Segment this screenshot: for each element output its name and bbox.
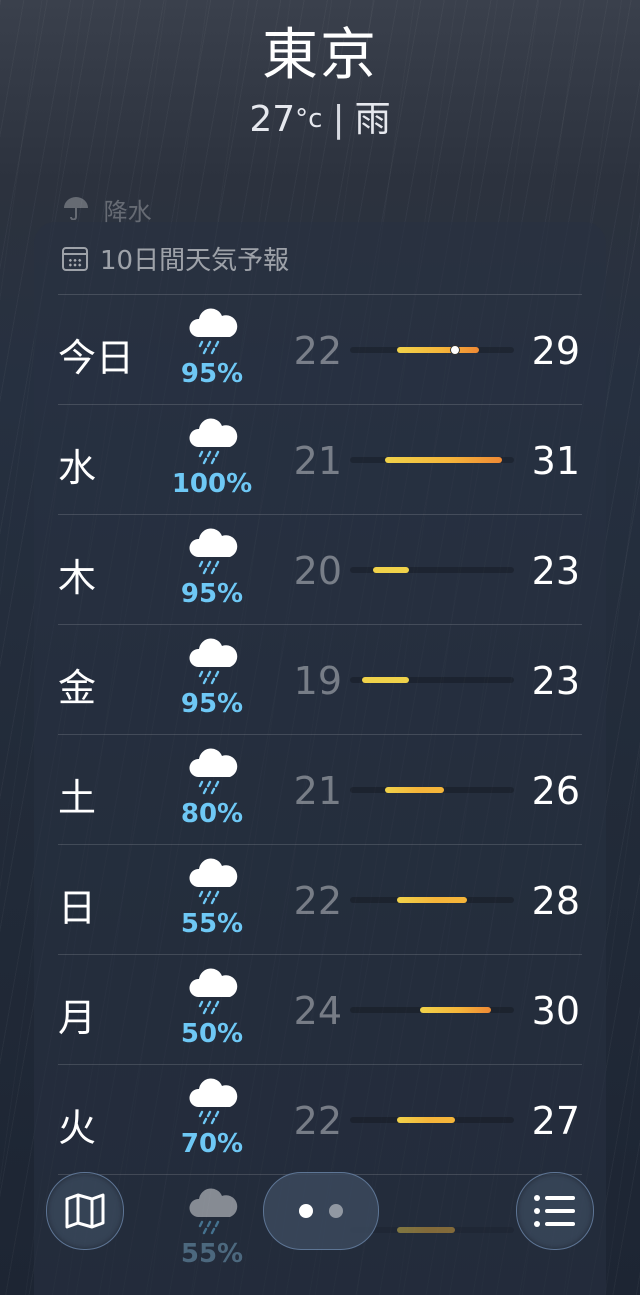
separator: | [332, 99, 345, 140]
precip-chance: 50% [180, 1019, 244, 1049]
forecast-row[interactable]: 金 95% 19 23 [58, 624, 582, 734]
day-label: 水 [58, 446, 97, 490]
precip-chance: 95% [180, 359, 244, 389]
rain-cloud-icon [186, 967, 238, 1017]
map-button[interactable] [46, 1172, 124, 1250]
forecast-row[interactable]: 土 80% 21 26 [58, 734, 582, 844]
map-icon [65, 1193, 105, 1229]
day-label: 火 [58, 1106, 97, 1150]
temp-range-fill [420, 1007, 491, 1013]
temp-range-fill [385, 457, 503, 463]
high-temp: 30 [531, 989, 580, 1033]
high-temp: 23 [531, 549, 580, 593]
rain-cloud-icon [186, 527, 238, 577]
current-temp-marker [450, 345, 461, 355]
precip-chance: 70% [180, 1129, 244, 1159]
temp-range-fill [385, 787, 444, 793]
temperature-unit: °c [295, 104, 323, 134]
high-temp: 29 [531, 329, 580, 373]
rain-cloud-icon [186, 1077, 238, 1127]
day-label: 土 [58, 776, 97, 820]
day-label: 月 [58, 996, 97, 1040]
high-temp: 23 [531, 659, 580, 703]
precip-chance: 95% [180, 689, 244, 719]
precip-chance: 100% [171, 469, 253, 499]
list-icon [534, 1195, 575, 1227]
umbrella-icon [64, 197, 88, 220]
forecast-row[interactable]: 日 55% 22 28 [58, 844, 582, 954]
rain-cloud-icon [186, 747, 238, 797]
low-temp: 22 [293, 1099, 342, 1143]
forecast-header: 10日間天気予報 [62, 240, 289, 277]
day-label: 金 [58, 666, 97, 710]
high-temp: 27 [531, 1099, 580, 1143]
forecast-row[interactable]: 木 95% 20 23 [58, 514, 582, 624]
temp-range-fill [361, 677, 409, 683]
temp-range-fill [396, 1117, 456, 1123]
temp-range-fill [396, 1227, 456, 1233]
forecast-row[interactable]: 火 70% 22 27 [58, 1064, 582, 1174]
low-temp: 24 [293, 989, 342, 1033]
day-label: 木 [58, 556, 97, 600]
rain-cloud-icon [186, 1187, 238, 1237]
temp-range-bar [350, 1117, 514, 1123]
low-temp: 21 [293, 769, 342, 813]
low-temp: 20 [293, 549, 342, 593]
forecast-row[interactable]: 水 100% 21 31 [58, 404, 582, 514]
high-temp: 28 [531, 879, 580, 923]
precip-chance: 80% [180, 799, 244, 829]
low-temp: 22 [293, 329, 342, 373]
temp-range-bar [350, 567, 514, 573]
high-temp: 26 [531, 769, 580, 813]
temp-range-bar [350, 897, 514, 903]
forecast-title: 10日間天気予報 [100, 246, 290, 276]
low-temp: 19 [293, 659, 342, 703]
low-temp: 21 [293, 439, 342, 483]
temp-range-bar [350, 457, 514, 463]
page-dot-1[interactable] [299, 1204, 313, 1218]
temp-range-bar [350, 345, 514, 355]
high-temp: 31 [531, 439, 580, 483]
day-label: 日 [58, 886, 97, 930]
calendar-icon [62, 246, 88, 271]
page-indicator[interactable] [263, 1172, 379, 1250]
rain-cloud-icon [186, 857, 238, 907]
temp-range-bar [350, 677, 514, 683]
page-dot-2[interactable] [329, 1204, 343, 1218]
precip-chance: 55% [180, 1239, 244, 1269]
temp-range-bar [350, 1007, 514, 1013]
location-list-button[interactable] [516, 1172, 594, 1250]
forecast-row[interactable]: 今日 95% 22 29 [58, 294, 582, 404]
rain-cloud-icon [186, 307, 238, 357]
temp-range-bar [350, 787, 514, 793]
temp-range-fill [396, 347, 479, 353]
city-name: 東京 [262, 23, 378, 88]
low-temp: 22 [293, 879, 342, 923]
precip-chance: 95% [180, 579, 244, 609]
day-label: 今日 [58, 336, 135, 380]
current-conditions: 27°c | 雨 [0, 90, 640, 142]
temp-range-fill [373, 567, 409, 573]
precip-chance: 55% [180, 909, 244, 939]
current-temperature: 27 [249, 99, 296, 140]
forecast-row[interactable]: 月 50% 24 30 [58, 954, 582, 1064]
temp-range-fill [396, 897, 468, 903]
rain-cloud-icon [186, 417, 238, 467]
condition-text: 雨 [354, 99, 391, 140]
forecast-list: 今日 95% 22 29 水 100% 21 31 木 95% 20 23 金 95% 19 23 土 80% 21… [58, 294, 582, 1284]
rain-cloud-icon [186, 637, 238, 687]
